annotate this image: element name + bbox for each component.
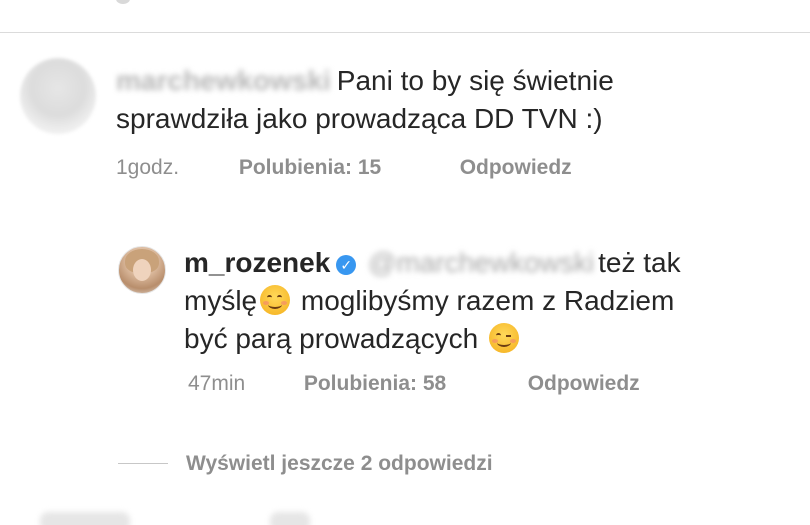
likes-link[interactable]: Polubienia: 15 [239,156,454,180]
mention-link[interactable]: @marchewkowski [368,244,594,282]
partial-text [270,512,310,525]
avatar[interactable] [20,58,96,134]
smiling-face-emoji-icon [260,285,291,315]
view-more-replies-button[interactable]: Wyświetl jeszcze 2 odpowiedzi [118,452,493,476]
partial-icon [116,0,130,4]
likes-link[interactable]: Polubienia: 58 [304,372,522,396]
reply-time: 47min [188,372,246,395]
reply-text-part3: moglibyśmy razem z Radziem [300,285,675,316]
reply-button[interactable]: Odpowiedz [528,372,640,396]
reply-text-part4: być parą prowadzących [184,323,479,354]
reply-button[interactable]: Odpowiedz [460,156,572,180]
avatar[interactable] [118,246,166,294]
comment-time: 1godz. [116,156,180,179]
partial-avatar [40,512,130,525]
divider [0,32,810,33]
reply-text: m_rozenek ✓ @marchewkowski też tak myślę m… [184,244,784,358]
comment-text: marchewkowski Pani to by się świetnie spr… [116,62,776,138]
comment-text-line1: Pani to by się świetnie [336,65,614,96]
divider-line [118,463,168,464]
view-more-label: Wyświetl jeszcze 2 odpowiedzi [186,452,493,475]
reply-meta: 47min Polubienia: 58 Odpowiedz [188,372,640,396]
comments-screen: marchewkowski Pani to by się świetnie spr… [0,0,810,525]
verified-badge-icon: ✓ [336,255,357,275]
reply-text-part1: też tak [598,247,681,278]
comment-meta: 1godz. Polubienia: 15 Odpowiedz [116,156,572,180]
comment-username[interactable]: marchewkowski [116,62,331,100]
winking-face-emoji-icon [488,323,519,353]
reply-username[interactable]: m_rozenek [184,247,330,278]
reply-text-part2: myślę [184,285,258,316]
comment-text-line2: sprawdziła jako prowadząca DD TVN :) [116,103,603,134]
